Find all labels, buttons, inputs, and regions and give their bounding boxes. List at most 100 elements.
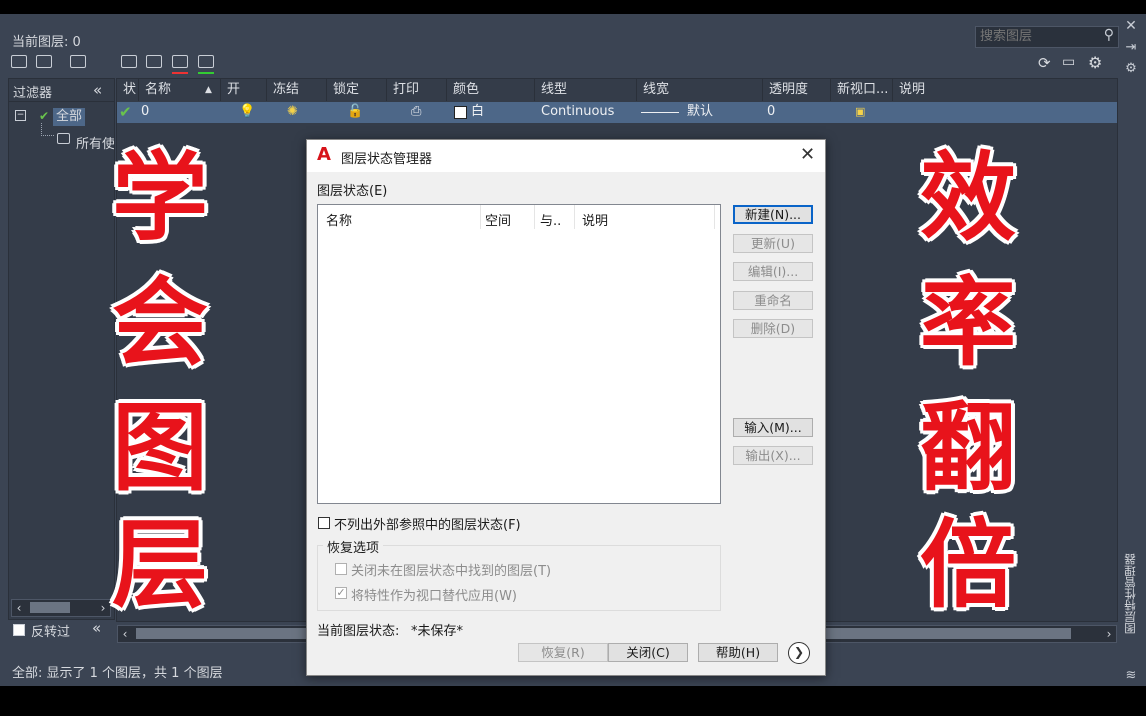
list-col-space[interactable]: 空间 bbox=[485, 210, 511, 229]
tree-collapse-icon[interactable]: − bbox=[15, 110, 26, 121]
overlay-char: 率 bbox=[920, 267, 1016, 379]
col-freeze[interactable]: 冻结 bbox=[267, 79, 327, 101]
update-button[interactable]: 更新(U) bbox=[733, 234, 813, 253]
lineweight-sample bbox=[641, 112, 679, 113]
autocad-logo-icon: A bbox=[317, 144, 331, 165]
dialog-close-icon[interactable]: ✕ bbox=[800, 144, 815, 165]
rename-button[interactable]: 重命名 bbox=[733, 291, 813, 310]
overlay-char: 图 bbox=[112, 392, 208, 504]
scroll-right-icon[interactable]: › bbox=[1102, 626, 1116, 642]
col-on[interactable]: 开 bbox=[221, 79, 267, 101]
search-box[interactable]: ⚲ bbox=[975, 26, 1119, 48]
exclude-xref-label: 不列出外部参照中的图层状态(F) bbox=[334, 518, 521, 533]
unlock-icon[interactable]: 🔓 bbox=[347, 102, 363, 122]
invert-collapse-button[interactable]: « bbox=[92, 619, 101, 637]
color-swatch[interactable] bbox=[454, 106, 467, 119]
filter-header: 过滤器 « bbox=[9, 79, 114, 102]
layer-states-manager-icon[interactable] bbox=[70, 55, 86, 72]
new-vp-frozen-layer-icon[interactable] bbox=[146, 55, 162, 72]
auto-hide-icon[interactable]: ⇥ bbox=[1124, 41, 1138, 55]
import-button[interactable]: 输入(M)... bbox=[733, 418, 813, 437]
layer-row[interactable]: ✔ 0 💡 ✺ 🔓 ⎙ 白 Continuous 默认 0 ▣ bbox=[117, 102, 1117, 123]
new-button[interactable]: 新建(N)... bbox=[733, 205, 813, 224]
restore-options-label: 恢复选项 bbox=[323, 537, 384, 556]
invert-filter-label: 反转过 bbox=[31, 625, 71, 640]
gear-icon[interactable]: ⚙ bbox=[1088, 53, 1102, 72]
overlay-char: 会 bbox=[112, 267, 208, 379]
restore-button[interactable]: 恢复(R) bbox=[518, 643, 608, 662]
edit-button[interactable]: 编辑(I)... bbox=[733, 262, 813, 281]
layer-name[interactable]: 0 bbox=[141, 102, 149, 122]
printer-icon[interactable]: ⎙ bbox=[411, 102, 421, 122]
list-col-same[interactable]: 与.. bbox=[540, 210, 561, 229]
scroll-thumb[interactable] bbox=[30, 602, 70, 613]
close-icon[interactable]: ✕ bbox=[1124, 19, 1138, 33]
current-state-label: 当前图层状态: bbox=[317, 624, 400, 639]
more-options-icon[interactable]: ❯ bbox=[788, 642, 810, 664]
col-color[interactable]: 颜色 bbox=[447, 79, 535, 101]
list-col-description[interactable]: 说明 bbox=[582, 210, 608, 229]
side-title: 图层特性管理器 bbox=[1123, 554, 1137, 635]
scroll-left-icon[interactable]: ‹ bbox=[118, 626, 132, 642]
set-current-icon[interactable] bbox=[198, 55, 214, 74]
current-layer-label: 当前图层: 0 bbox=[12, 35, 81, 50]
delete-layer-icon[interactable] bbox=[172, 55, 188, 74]
exclude-xref-checkbox[interactable] bbox=[318, 517, 330, 529]
col-name[interactable]: 名称 ▲ bbox=[139, 79, 221, 101]
layer-transparency[interactable]: 0 bbox=[767, 102, 775, 122]
list-col-name[interactable]: 名称 bbox=[326, 210, 352, 229]
current-state-value: *未保存* bbox=[411, 624, 464, 639]
layer-lineweight[interactable]: 默认 bbox=[687, 102, 713, 122]
search-input[interactable] bbox=[976, 27, 1102, 45]
new-layer-icon[interactable] bbox=[121, 55, 137, 72]
scroll-left-icon[interactable]: ‹ bbox=[12, 600, 26, 616]
col-lock[interactable]: 锁定 bbox=[327, 79, 387, 101]
status-text: 全部: 显示了 1 个图层，共 1 个图层 bbox=[12, 666, 223, 681]
new-property-filter-icon[interactable] bbox=[11, 55, 27, 72]
close-button[interactable]: 关闭(C) bbox=[608, 643, 688, 662]
overlay-char: 倍 bbox=[920, 509, 1016, 621]
invert-filter-checkbox[interactable] bbox=[13, 624, 25, 636]
layer-color[interactable]: 白 bbox=[471, 102, 484, 122]
list-header: 名称 空间 与.. 说明 bbox=[318, 205, 716, 229]
help-button[interactable]: 帮助(H) bbox=[698, 643, 778, 662]
apply-vp-override-label: 将特性作为视口替代应用(W) bbox=[351, 589, 517, 604]
filter-tree-pane: 过滤器 « − ✔ 全部 所有使 ‹ › bbox=[8, 78, 115, 620]
layer-states-label: 图层状态(E) bbox=[317, 184, 388, 199]
col-description[interactable]: 说明 bbox=[893, 79, 1117, 101]
properties-icon[interactable]: ⚙ bbox=[1124, 62, 1138, 76]
delete-button[interactable]: 删除(D) bbox=[733, 319, 813, 338]
col-divider bbox=[480, 205, 481, 229]
layer-states-manager-dialog: A 图层状态管理器 ✕ 图层状态(E) 名称 空间 与.. 说明 新建(N)..… bbox=[306, 139, 826, 676]
sun-icon[interactable]: ✺ bbox=[287, 102, 298, 122]
col-divider bbox=[714, 205, 715, 229]
filter-all[interactable]: 全部 bbox=[53, 108, 86, 126]
lightbulb-icon[interactable]: 💡 bbox=[239, 102, 255, 122]
col-transparency[interactable]: 透明度 bbox=[763, 79, 831, 101]
check-icon: ✔ bbox=[39, 109, 50, 123]
col-linetype[interactable]: 线型 bbox=[535, 79, 637, 101]
turn-off-layers-checkbox[interactable] bbox=[335, 563, 347, 575]
col-lineweight[interactable]: 线宽 bbox=[637, 79, 763, 101]
filter-hscrollbar[interactable]: ‹ › bbox=[11, 599, 111, 617]
collapse-filter-button[interactable]: « bbox=[93, 81, 102, 99]
overlay-char: 学 bbox=[112, 142, 208, 254]
layers-icon: ≋ bbox=[1125, 668, 1137, 683]
new-group-filter-icon[interactable] bbox=[36, 55, 52, 72]
col-plot[interactable]: 打印 bbox=[387, 79, 447, 101]
dialog-titlebar[interactable]: A 图层状态管理器 ✕ bbox=[307, 140, 825, 172]
dialog-title: 图层状态管理器 bbox=[341, 152, 433, 167]
search-icon: ⚲ bbox=[1103, 27, 1114, 43]
overlay-char: 层 bbox=[112, 509, 208, 621]
refresh-icon[interactable]: ⟳ bbox=[1038, 54, 1051, 72]
settings-layers-icon[interactable]: ▭ bbox=[1062, 54, 1075, 70]
apply-vp-override-checkbox[interactable]: ✓ bbox=[335, 587, 347, 599]
col-status[interactable]: 状 bbox=[117, 79, 139, 101]
new-vp-freeze-icon[interactable]: ▣ bbox=[855, 102, 865, 122]
col-new-vp-freeze[interactable]: 新视口... bbox=[831, 79, 893, 101]
overlay-char: 效 bbox=[920, 142, 1016, 254]
col-divider bbox=[534, 205, 535, 229]
export-button[interactable]: 输出(X)... bbox=[733, 446, 813, 465]
layer-linetype[interactable]: Continuous bbox=[541, 102, 614, 122]
layer-states-list[interactable]: 名称 空间 与.. 说明 bbox=[317, 204, 721, 504]
